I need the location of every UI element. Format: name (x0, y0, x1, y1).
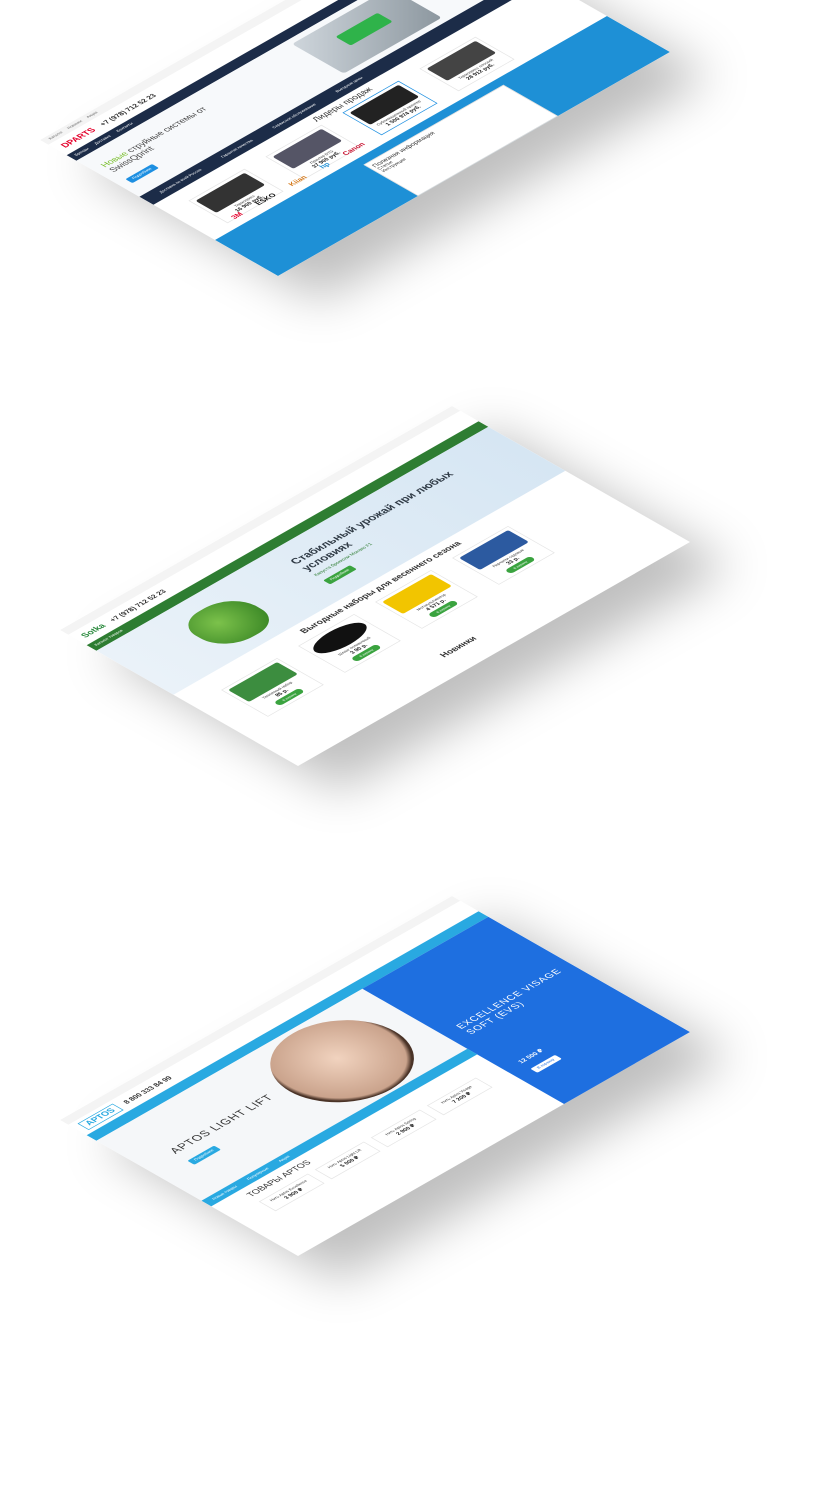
brand-logo[interactable]: Kiian (286, 174, 308, 187)
promo-button[interactable]: В корзину (530, 1054, 562, 1073)
new-section-title: Новинки (438, 635, 480, 659)
mockup-sotka: Sotka +7 (978) 712 52 23 Каталог товаров… (60, 406, 690, 766)
hero-button[interactable]: Подробнее (187, 1145, 221, 1165)
product-name: Нить Aptos Light Lift (326, 1148, 364, 1170)
mockup-aptos: APTOS 8 800 333 84 99 APTOS LIGHT LIFT П… (60, 896, 690, 1256)
tab-sale[interactable]: Акции (277, 1155, 291, 1163)
product-card[interactable]: Нить Aptos Spring 2 900 ₽ (370, 1109, 437, 1148)
hero-button[interactable]: Подробнее (125, 164, 159, 184)
mockup-dparts: Каталог Новинки Акции DPARTS +7 (978) 71… (40, 0, 670, 276)
broccoli-image (176, 592, 282, 653)
product-name: Нить Aptos Spring (384, 1117, 418, 1137)
hero-title: APTOS LIGHT LIFT (166, 1092, 277, 1156)
product-card[interactable]: Тепличный набор 85 р. В корзину (221, 658, 324, 717)
product-card[interactable]: Нить Aptos Visage 7 200 ₽ (426, 1077, 493, 1116)
product-name: Нить Aptos Visage (440, 1085, 474, 1105)
promo-title: EXCELLENCE VISAGE SOFT (EVS) (453, 967, 565, 1037)
product-card[interactable]: Нить Aptos Light Lift 5 000 ₽ (314, 1141, 381, 1180)
product-card[interactable]: Перчатки садовые 33 р. В корзину (452, 526, 555, 585)
